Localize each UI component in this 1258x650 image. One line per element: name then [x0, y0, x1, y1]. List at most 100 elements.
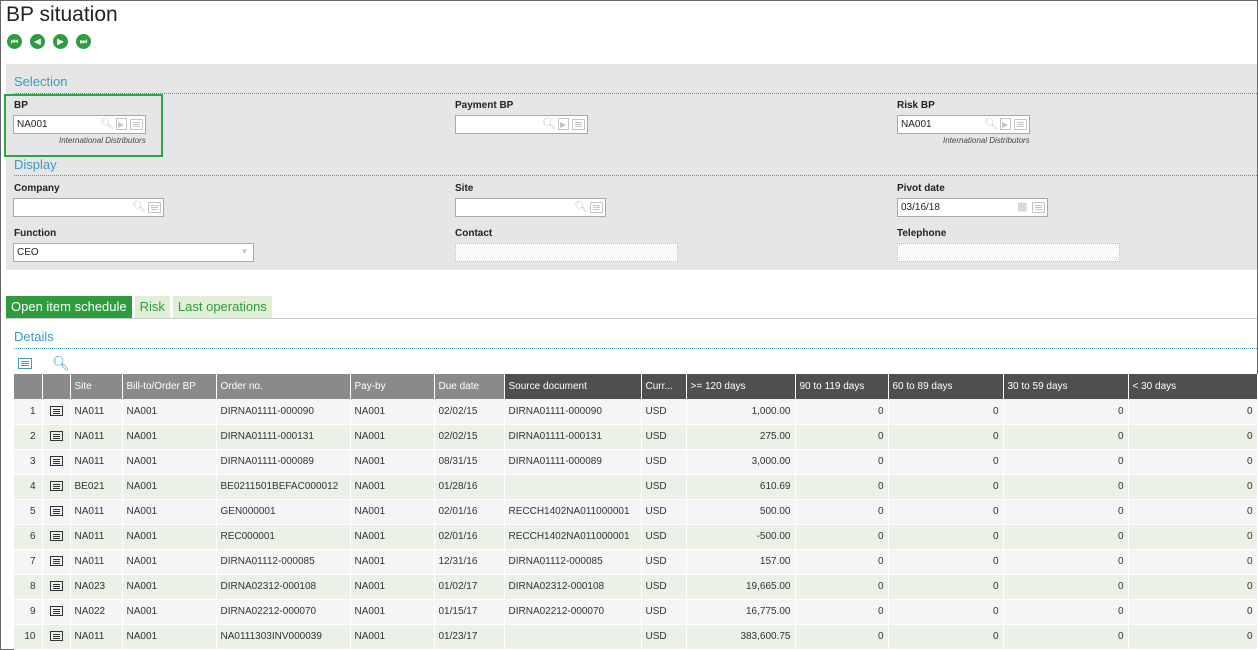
- column-header-120-days[interactable]: >= 120 days: [686, 374, 796, 399]
- next-record-icon[interactable]: ▶: [53, 34, 68, 49]
- site-field[interactable]: 🔍︎: [455, 198, 606, 217]
- row-detail-icon[interactable]: [49, 406, 63, 417]
- chevron-down-icon[interactable]: ▼: [238, 245, 251, 259]
- row-pay-by: NA001: [350, 424, 435, 450]
- row-detail-icon[interactable]: [49, 581, 63, 592]
- row-detail-icon[interactable]: [49, 506, 63, 517]
- column-header-due-date[interactable]: Due date: [434, 374, 505, 399]
- row-source-document: DIRNA01111-000131: [503, 424, 642, 450]
- search-icon[interactable]: 🔍︎: [132, 200, 146, 214]
- row-source-document: RECCH1402NA011000001: [503, 524, 642, 550]
- details-table: Site Bill-to/Order BP Order no. Pay-by D…: [14, 374, 1258, 650]
- goto-icon[interactable]: [1000, 118, 1011, 130]
- row-site: NA022: [70, 599, 123, 625]
- table-row[interactable]: 10 NA011 NA001 NA0111303INV000039 NA001 01/23…: [14, 624, 1258, 650]
- row-60-89-days: 0: [888, 574, 1004, 600]
- tab-last-operations[interactable]: Last operations: [172, 296, 272, 318]
- selection-panel: [6, 64, 1257, 270]
- calendar-icon[interactable]: ▦: [1016, 200, 1029, 214]
- pivot-date-field[interactable]: 03/16/18 ▦: [897, 198, 1048, 217]
- table-row[interactable]: 9 NA022 NA001 DIRNA02212-000070 NA001 01/15/1…: [14, 599, 1258, 625]
- row-number: 2: [14, 424, 43, 450]
- row-detail-cell: [42, 424, 71, 450]
- search-icon[interactable]: 🔍︎: [984, 117, 998, 131]
- row-currency: USD: [641, 499, 687, 525]
- details-divider: [14, 348, 1257, 349]
- payment-bp-field[interactable]: 🔍︎: [455, 115, 588, 134]
- risk-bp-value: NA001: [901, 119, 932, 130]
- row-number: 3: [14, 449, 43, 475]
- row-detail-icon[interactable]: [49, 431, 63, 442]
- column-header-30-59-days[interactable]: 30 to 59 days: [1003, 374, 1129, 399]
- row-bill-to: NA001: [122, 624, 217, 650]
- row-number: 4: [14, 474, 43, 500]
- column-header-source-document[interactable]: Source document: [504, 374, 642, 399]
- row-bill-to: NA001: [122, 524, 217, 550]
- row-detail-icon[interactable]: [49, 481, 63, 492]
- row-120-days: 3,000.00: [686, 449, 796, 475]
- row-site: BE021: [70, 474, 123, 500]
- row-pay-by: NA001: [350, 599, 435, 625]
- detail-card-icon[interactable]: [1032, 202, 1045, 213]
- row-pay-by: NA001: [350, 524, 435, 550]
- table-row[interactable]: 3 NA011 NA001 DIRNA01111-000089 NA001 08/31/1…: [14, 449, 1258, 475]
- row-90-119-days: 0: [795, 599, 889, 625]
- previous-record-icon[interactable]: ◀: [30, 34, 45, 49]
- row-number: 6: [14, 524, 43, 550]
- first-record-icon[interactable]: ⏮: [7, 34, 22, 49]
- column-header-60-89-days[interactable]: 60 to 89 days: [888, 374, 1004, 399]
- search-icon[interactable]: 🔍︎: [52, 356, 70, 370]
- row-90-119-days: 0: [795, 399, 889, 425]
- column-header-lt-30-days[interactable]: < 30 days: [1128, 374, 1258, 399]
- function-select[interactable]: CEO ▼: [13, 243, 254, 262]
- risk-bp-field[interactable]: NA001 🔍︎: [897, 115, 1030, 134]
- row-detail-icon[interactable]: [49, 556, 63, 567]
- row-source-document: DIRNA02212-000070: [503, 599, 642, 625]
- table-row[interactable]: 6 NA011 NA001 REC000001 NA001 02/01/16 RECCH14…: [14, 524, 1258, 550]
- column-header-site[interactable]: Site: [70, 374, 123, 399]
- table-toolbar: 🔍︎: [18, 356, 70, 370]
- row-60-89-days: 0: [888, 449, 1004, 475]
- row-60-89-days: 0: [888, 474, 1004, 500]
- table-row[interactable]: 7 NA011 NA001 DIRNA01112-000085 NA001 12/31/1…: [14, 549, 1258, 575]
- table-row[interactable]: 2 NA011 NA001 DIRNA01111-000131 NA001 02/02/1…: [14, 424, 1258, 450]
- row-number: 5: [14, 499, 43, 525]
- tab-risk[interactable]: Risk: [134, 296, 170, 318]
- search-icon[interactable]: 🔍︎: [574, 200, 588, 214]
- detail-card-icon[interactable]: [148, 202, 161, 213]
- table-options-icon[interactable]: [18, 357, 32, 369]
- table-row[interactable]: 5 NA011 NA001 GEN000001 NA001 02/01/16 RECCH14…: [14, 499, 1258, 525]
- contact-field[interactable]: [455, 243, 678, 262]
- detail-card-icon[interactable]: [572, 119, 585, 130]
- row-detail-icon[interactable]: [49, 606, 63, 617]
- column-header-bill-to[interactable]: Bill-to/Order BP: [122, 374, 217, 399]
- row-120-days: 16,775.00: [686, 599, 796, 625]
- table-row[interactable]: 1 NA011 NA001 DIRNA01111-000090 NA001 02/02/1…: [14, 399, 1258, 425]
- row-lt-30-days: 0: [1128, 499, 1258, 525]
- row-30-59-days: 0: [1003, 399, 1129, 425]
- table-row[interactable]: 4 BE021 NA001 BE0211501BEFAC000012 NA001 01/2…: [14, 474, 1258, 500]
- tab-open-item-schedule[interactable]: Open item schedule: [6, 296, 132, 318]
- column-header-pay-by[interactable]: Pay-by: [350, 374, 435, 399]
- column-header-currency[interactable]: Curr...: [641, 374, 687, 399]
- row-lt-30-days: 0: [1128, 524, 1258, 550]
- row-bill-to: NA001: [122, 399, 217, 425]
- column-header-order-no[interactable]: Order no.: [216, 374, 351, 399]
- telephone-field[interactable]: [897, 243, 1120, 262]
- last-record-icon[interactable]: ⏭: [76, 34, 91, 49]
- row-detail-icon[interactable]: [49, 631, 63, 642]
- row-source-document: [503, 474, 642, 500]
- search-icon[interactable]: 🔍︎: [542, 117, 556, 131]
- row-lt-30-days: 0: [1128, 549, 1258, 575]
- risk-bp-caption: International Distributors: [943, 136, 1030, 145]
- goto-icon[interactable]: [558, 118, 569, 130]
- column-header-90-119-days[interactable]: 90 to 119 days: [795, 374, 889, 399]
- row-90-119-days: 0: [795, 474, 889, 500]
- table-row[interactable]: 8 NA023 NA001 DIRNA02312-000108 NA001 01/02/1…: [14, 574, 1258, 600]
- row-120-days: 1,000.00: [686, 399, 796, 425]
- row-detail-icon[interactable]: [49, 456, 63, 467]
- company-field[interactable]: 🔍︎: [13, 198, 164, 217]
- detail-card-icon[interactable]: [590, 202, 603, 213]
- detail-card-icon[interactable]: [1014, 119, 1027, 130]
- row-detail-icon[interactable]: [49, 531, 63, 542]
